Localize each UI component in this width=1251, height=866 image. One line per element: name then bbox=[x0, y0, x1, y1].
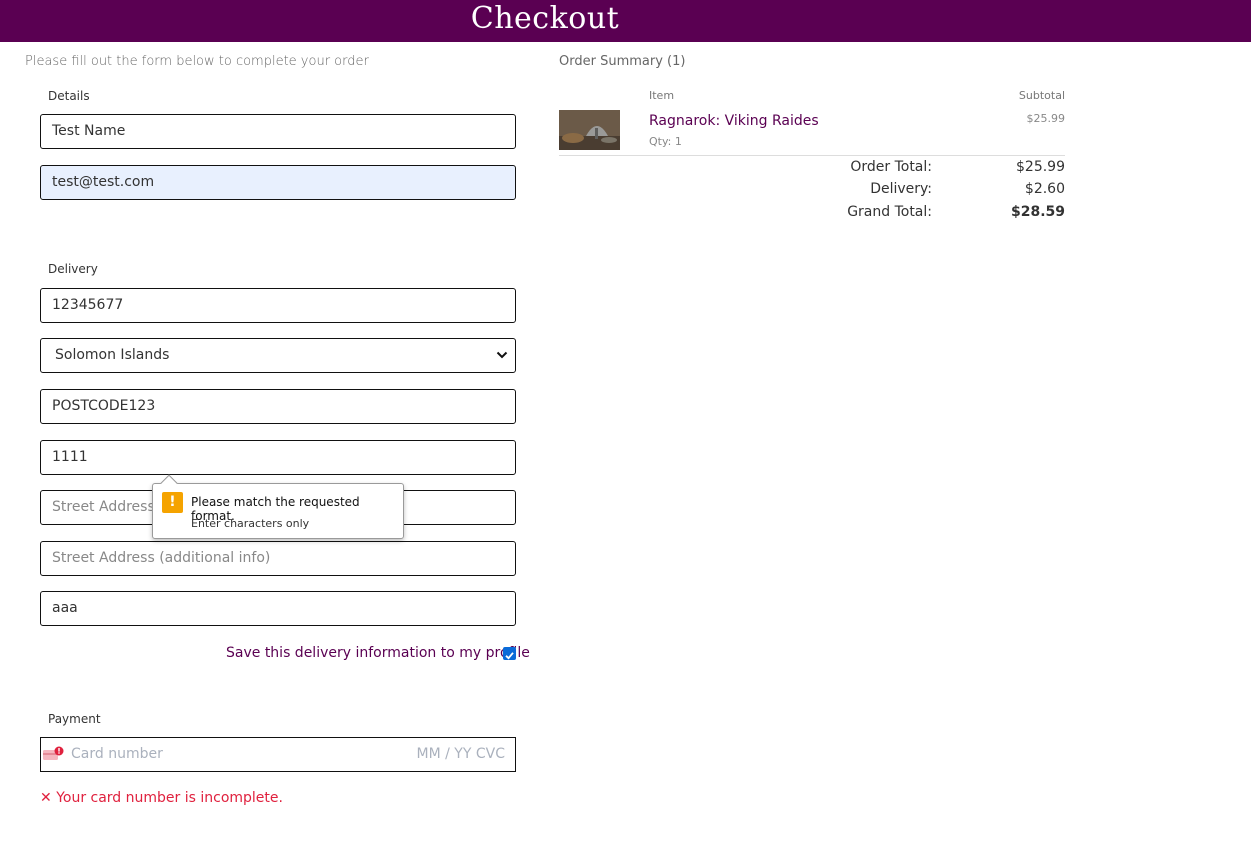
subtotal-column-header: Subtotal bbox=[1018, 89, 1065, 102]
save-info-label[interactable]: Save this delivery information to my pro… bbox=[226, 645, 530, 661]
postcode-input[interactable]: POSTCODE123 bbox=[40, 389, 516, 424]
item-subtotal: $25.99 bbox=[1026, 112, 1066, 125]
warning-icon: ! bbox=[162, 492, 183, 513]
delivery-cost-label: Delivery: bbox=[870, 181, 932, 197]
delivery-section-label: Delivery bbox=[48, 262, 98, 276]
item-quantity: Qty: 1 bbox=[649, 135, 682, 148]
page-title: Checkout bbox=[470, 1, 620, 36]
town-input[interactable]: 1111 bbox=[40, 440, 516, 475]
country-select-value: Solomon Islands bbox=[55, 347, 170, 363]
tooltip-subtitle: Enter characters only bbox=[191, 517, 310, 530]
card-expiry-cvc-placeholder: MM / YY CVC bbox=[416, 746, 505, 762]
country-select[interactable]: Solomon Islands bbox=[40, 338, 516, 373]
validation-tooltip: ! Please match the requested format. Ent… bbox=[152, 474, 404, 539]
summary-divider bbox=[559, 155, 1065, 156]
product-thumbnail bbox=[559, 110, 620, 150]
grand-total-value: $28.59 bbox=[1010, 204, 1065, 220]
email-input[interactable]: test@test.com bbox=[40, 165, 516, 200]
grand-total-label: Grand Total: bbox=[847, 204, 932, 220]
order-total-value: $25.99 bbox=[1016, 159, 1065, 175]
tooltip-arrow bbox=[160, 474, 178, 492]
order-summary-title: Order Summary (1) bbox=[559, 54, 686, 69]
card-number-placeholder: Card number bbox=[71, 746, 163, 762]
street-address-2-input[interactable]: Street Address (additional info) bbox=[40, 541, 516, 576]
full-name-input[interactable]: Test Name bbox=[40, 114, 516, 149]
delivery-cost-value: $2.60 bbox=[1024, 181, 1065, 197]
error-x-icon: ✕ bbox=[40, 790, 52, 806]
county-input[interactable]: aaa bbox=[40, 591, 516, 626]
street-address-1-placeholder: Street Address 1 bbox=[52, 499, 169, 515]
chevron-down-icon bbox=[496, 351, 508, 359]
order-total-label: Order Total: bbox=[850, 159, 932, 175]
item-name-link[interactable]: Ragnarok: Viking Raides bbox=[649, 113, 819, 129]
card-error-message: ✕ Your card number is incomplete. bbox=[40, 790, 283, 806]
form-intro-text: Please fill out the form below to comple… bbox=[25, 54, 369, 69]
card-number-input[interactable]: Card number MM / YY CVC bbox=[40, 737, 516, 772]
item-column-header: Item bbox=[649, 89, 675, 102]
card-error-text: Your card number is incomplete. bbox=[56, 790, 283, 806]
payment-section-label: Payment bbox=[48, 712, 101, 726]
page-header: Checkout bbox=[0, 0, 1251, 42]
street-address-2-placeholder: Street Address (additional info) bbox=[52, 550, 271, 566]
phone-input[interactable]: 12345677 bbox=[40, 288, 516, 323]
details-section-label: Details bbox=[48, 89, 90, 103]
checkmark-icon bbox=[505, 652, 514, 660]
card-error-icon bbox=[43, 746, 64, 760]
save-info-checkbox[interactable] bbox=[503, 647, 516, 660]
